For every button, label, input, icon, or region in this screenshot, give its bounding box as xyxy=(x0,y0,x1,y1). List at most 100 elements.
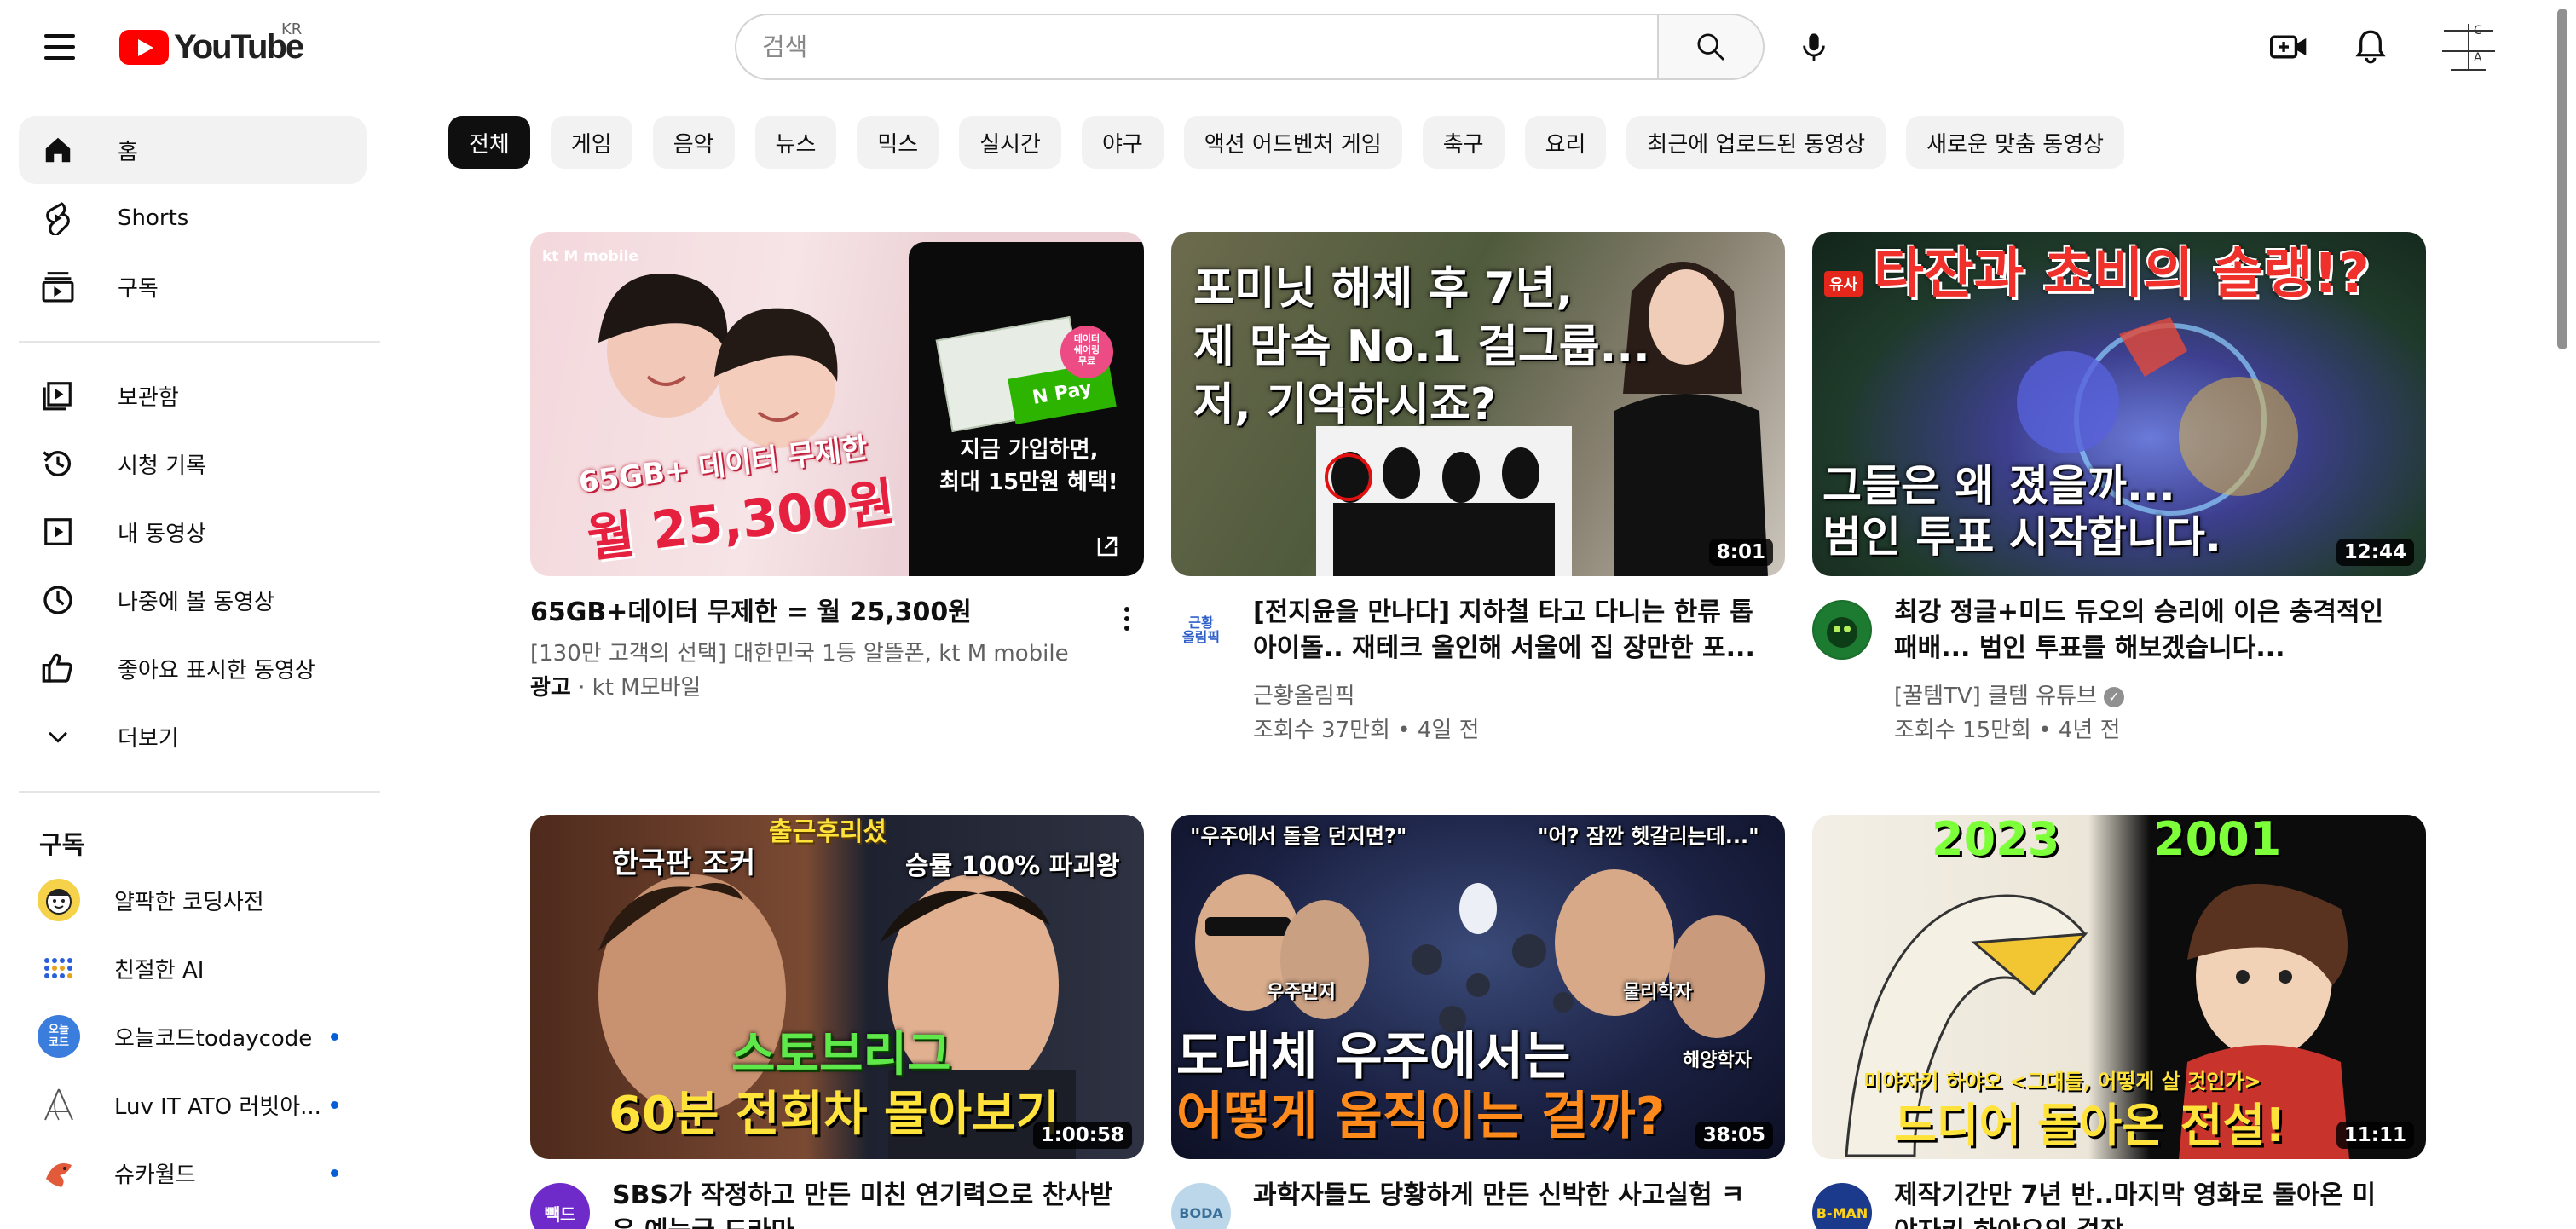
ad-thumbnail[interactable]: kt M mobile 65GB+ 데이터 무제한 월 25,300원 N Pa… xyxy=(530,232,1144,576)
chip-live[interactable]: 실시간 xyxy=(959,116,1061,169)
ad-title[interactable]: 65GB+데이터 무제한 = 월 25,300원 xyxy=(530,595,1076,631)
subscription-item[interactable]: 친절한 AI xyxy=(19,934,367,1002)
chip-gaming[interactable]: 게임 xyxy=(550,116,632,169)
chip-music[interactable]: 음악 xyxy=(652,116,735,169)
video-thumbnail[interactable]: 포미닛 해체 후 7년, 제 맘속 No.1 걸그룹... 저, 기억하시죠? … xyxy=(1171,232,1785,576)
sidebar-item-history[interactable]: 시청 기록 xyxy=(19,430,367,498)
video-thumbnail[interactable]: 2023 2001 미야자키 하야오 <그대들, 어떻게 살 것인가> 드디어 … xyxy=(1812,815,2426,1159)
thumbnail-text-line2: 드디어 돌아온 전설! xyxy=(1894,1099,2286,1152)
chip-recently-uploaded[interactable]: 최근에 업로드된 동영상 xyxy=(1626,116,1886,169)
channel-name[interactable]: 근황올림픽 xyxy=(1253,678,1355,710)
sidebar-divider xyxy=(19,341,380,343)
sidebar: 홈 Shorts 구독 보관함 시청 기록 내 동영상 나중에 볼 동영상 좋아… xyxy=(0,94,382,1229)
sidebar-item-watch-later[interactable]: 나중에 볼 동영상 xyxy=(19,566,367,634)
subscription-item[interactable]: 슈카월드 xyxy=(19,1139,367,1207)
page-scrollbar[interactable] xyxy=(2554,0,2571,1229)
sidebar-item-home[interactable]: 홈 xyxy=(19,116,367,184)
video-thumbnail[interactable]: 출근후리셨 한국판 조커 승률 100% 파괴왕 스토브리그 60분 전회차 몰… xyxy=(530,815,1144,1159)
video-card[interactable]: 유사 타잔과 쵸비의 솔랭!? 그들은 왜 졌을까... 범인 투표 시작합니다… xyxy=(1812,232,2426,760)
ad-card[interactable]: kt M mobile 65GB+ 데이터 무제한 월 25,300원 N Pa… xyxy=(530,232,1144,726)
bell-icon xyxy=(2355,30,2386,64)
thumbnail-text-line2: 제 맘속 No.1 걸그룹... xyxy=(1193,321,1650,372)
thumbnail-year-left: 2023 xyxy=(1932,815,2060,866)
video-thumbnail[interactable]: "우주에서 돌을 던지면?" "어? 잠깐 헷갈리는데..." 우주먼지 물리학… xyxy=(1171,815,1785,1159)
video-title[interactable]: 제작기간만 7년 반..마지막 영화로 돌아온 미야자키 하야오의 걸작... xyxy=(1894,1178,2397,1229)
thumbnail-quote-left: "우주에서 돌을 던지면?" xyxy=(1190,824,1407,848)
avatar-icon xyxy=(2442,24,2495,71)
thumbnail-text-line3: 스토브리그 xyxy=(731,1027,951,1082)
account-avatar[interactable]: C A xyxy=(2434,17,2503,77)
thumbnail-label-oceanographer: 해양학자 xyxy=(1683,1050,1752,1071)
sidebar-item-label: 시청 기록 xyxy=(118,453,206,479)
notifications-button[interactable] xyxy=(2341,17,2400,77)
search-button[interactable] xyxy=(1657,14,1765,80)
sidebar-divider xyxy=(19,791,380,793)
video-title[interactable]: 과학자들도 당황하게 만든 신박한 사고실험 ㅋ xyxy=(1253,1178,1756,1229)
sidebar-item-label: 더보기 xyxy=(118,725,179,752)
youtube-play-icon xyxy=(119,29,169,65)
chevron-down-icon xyxy=(38,716,78,757)
video-title[interactable]: [전지윤을 만나다] 지하철 타고 다니는 한류 톱 아이돌.. 재테크 올인해… xyxy=(1253,595,1756,666)
new-content-dot xyxy=(331,1032,338,1041)
video-card[interactable]: 출근후리셨 한국판 조커 승률 100% 파괴왕 스토브리그 60분 전회차 몰… xyxy=(530,815,1144,1229)
sidebar-item-library[interactable]: 보관함 xyxy=(19,361,367,430)
sidebar-item-your-videos[interactable]: 내 동영상 xyxy=(19,498,367,566)
library-icon xyxy=(38,375,78,416)
subscription-item[interactable]: Luv IT ATO 러빗아... xyxy=(19,1070,367,1139)
create-video-icon xyxy=(2270,35,2307,59)
chip-soccer[interactable]: 축구 xyxy=(1422,116,1505,169)
menu-icon[interactable] xyxy=(31,22,89,72)
ad-advertiser[interactable]: · kt M모바일 xyxy=(571,675,701,701)
video-stats: 조회수 15만회 • 4년 전 xyxy=(1894,718,2121,743)
video-card[interactable]: 2023 2001 미야자키 하야오 <그대들, 어떻게 살 것인가> 드디어 … xyxy=(1812,815,2426,1229)
subscription-label: 오늘코드todaycode xyxy=(114,1025,313,1052)
thumbnail-text-line2: 그들은 왜 졌을까... xyxy=(1822,461,2175,511)
channel-avatar[interactable]: BODA xyxy=(1171,1183,1231,1229)
video-card[interactable]: "우주에서 돌을 던지면?" "어? 잠깐 헷갈리는데..." 우주먼지 물리학… xyxy=(1171,815,1785,1229)
channel-avatar[interactable]: 빽드 xyxy=(530,1183,590,1229)
video-thumbnail[interactable]: 유사 타잔과 쵸비의 솔랭!? 그들은 왜 졌을까... 범인 투표 시작합니다… xyxy=(1812,232,2426,576)
chip-news[interactable]: 뉴스 xyxy=(754,116,837,169)
video-card[interactable]: 포미닛 해체 후 7년, 제 맘속 No.1 걸그룹... 저, 기억하시죠? … xyxy=(1171,232,1785,760)
sidebar-item-liked[interactable]: 좋아요 표시한 동영상 xyxy=(19,634,367,702)
chip-action-adventure[interactable]: 액션 어드벤처 게임 xyxy=(1183,116,1402,169)
channel-name-row[interactable]: [꿀템TV] 클템 유튜브 ✓ xyxy=(1894,678,2124,710)
thumbs-up-icon xyxy=(38,648,78,689)
ad-price-block: 65GB+ 데이터 무제한 월 25,300원 xyxy=(544,430,898,568)
channel-avatar xyxy=(38,879,80,921)
chip-all[interactable]: 전체 xyxy=(448,116,530,169)
external-link-icon[interactable] xyxy=(1095,534,1120,559)
chip-new-to-you[interactable]: 새로운 맞춤 동영상 xyxy=(1906,116,2125,169)
sidebar-item-label: 나중에 볼 동영상 xyxy=(118,589,274,615)
youtube-logo[interactable]: YouTube KR xyxy=(119,20,304,66)
sidebar-item-shorts[interactable]: Shorts xyxy=(19,184,367,252)
history-icon xyxy=(38,443,78,484)
sidebar-item-show-more[interactable]: 더보기 xyxy=(19,702,367,770)
more-options-icon[interactable] xyxy=(1110,600,1144,638)
channel-avatar[interactable]: 근황 올림픽 xyxy=(1171,600,1231,660)
sidebar-item-label: Shorts xyxy=(118,205,189,231)
search-input[interactable] xyxy=(735,14,1657,80)
scrollbar-thumb[interactable] xyxy=(2557,9,2567,349)
sidebar-item-label: 좋아요 표시한 동영상 xyxy=(118,657,315,684)
subscription-item[interactable]: 얄팍한 코딩사전 xyxy=(19,866,367,934)
subscription-label: Luv IT ATO 러빗아... xyxy=(114,1093,321,1120)
chip-cooking[interactable]: 요리 xyxy=(1524,116,1607,169)
chip-mixes[interactable]: 믹스 xyxy=(857,116,939,169)
sidebar-item-subscriptions[interactable]: 구독 xyxy=(19,252,367,320)
channel-avatar[interactable]: B-MAN xyxy=(1812,1183,1872,1229)
video-title[interactable]: SBS가 작정하고 만든 미친 연기력으로 찬사받은 예능국 드라마... xyxy=(612,1178,1115,1229)
create-button[interactable] xyxy=(2259,17,2319,77)
subscription-item[interactable]: 오늘 코드 오늘코드todaycode xyxy=(19,1002,367,1070)
thumbnail-text-line3: 저, 기억하시죠? xyxy=(1193,379,1497,430)
chip-baseball[interactable]: 야구 xyxy=(1081,116,1164,169)
thumbnail-quote-right: "어? 잠깐 헷갈리는데..." xyxy=(1538,824,1759,848)
ad-label: 광고 xyxy=(530,675,571,701)
thumbnail-text-line3: 범인 투표 시작합니다. xyxy=(1822,512,2221,562)
video-title[interactable]: 최강 정글+미드 듀오의 승리에 이은 충격적인 패배... 범인 투표를 해보… xyxy=(1894,595,2397,666)
channel-name[interactable]: [꿀템TV] 클템 유튜브 xyxy=(1894,684,2097,709)
subscriptions-icon xyxy=(38,266,78,307)
thumbnail-label-physicist: 물리학자 xyxy=(1623,982,1692,1003)
voice-search-button[interactable] xyxy=(1785,18,1843,76)
channel-avatar[interactable] xyxy=(1812,600,1872,660)
